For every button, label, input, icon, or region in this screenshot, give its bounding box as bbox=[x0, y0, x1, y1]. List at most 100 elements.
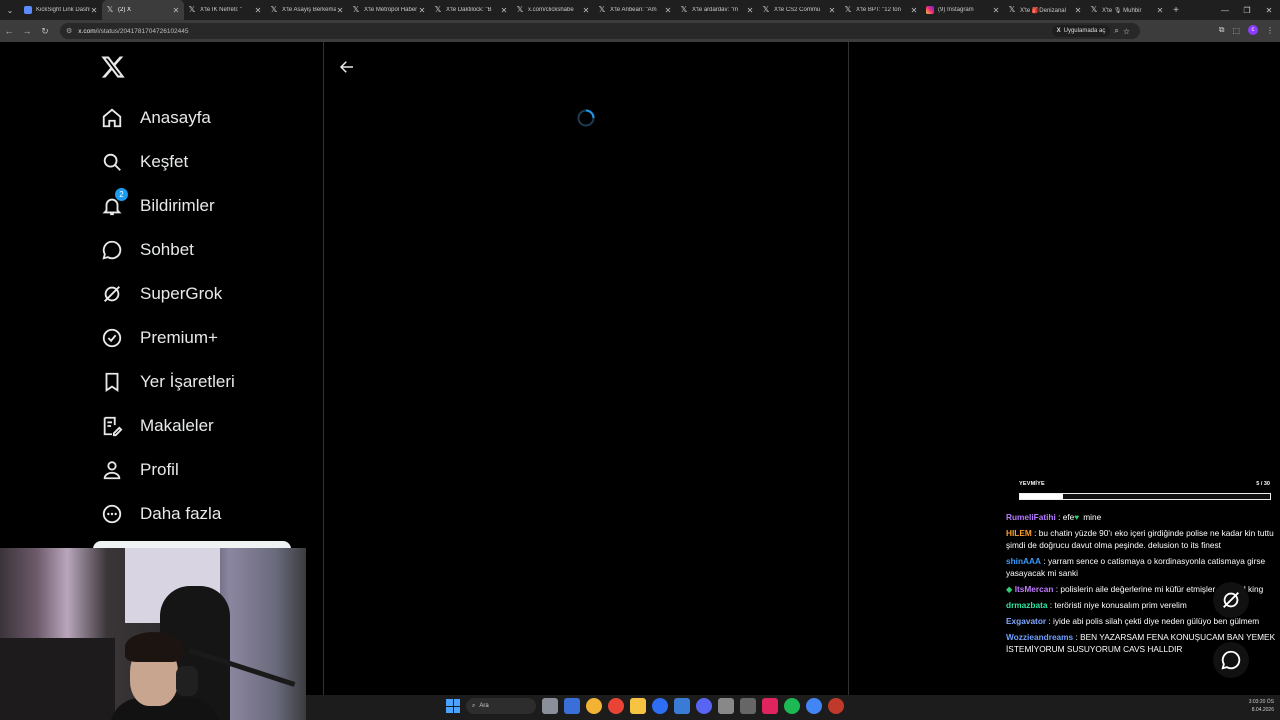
chat-username[interactable]: Wozzieandreams bbox=[1006, 632, 1073, 642]
maximize-button[interactable]: ❐ bbox=[1236, 0, 1258, 20]
person-icon bbox=[100, 458, 124, 482]
chat-username[interactable]: shinAAA bbox=[1006, 556, 1041, 566]
obs-icon[interactable] bbox=[740, 698, 756, 714]
loading-spinner-icon bbox=[577, 109, 595, 127]
zoom-icon[interactable]: ⌕ bbox=[1114, 26, 1118, 36]
system-clock[interactable]: 3:03:20 ÖS 8.04.2026 bbox=[1249, 698, 1274, 714]
tab-close-icon[interactable]: ✕ bbox=[992, 6, 1000, 15]
minimize-button[interactable]: — bbox=[1214, 0, 1236, 20]
nav-item-profile[interactable]: Profil bbox=[100, 450, 310, 490]
chrome-icon[interactable] bbox=[608, 698, 624, 714]
url-path: /i/status/2041781704726102445 bbox=[95, 27, 189, 35]
nav-label: Profil bbox=[140, 460, 179, 479]
windows-start-icon[interactable] bbox=[446, 699, 460, 713]
reload-icon[interactable]: ↻ bbox=[36, 20, 54, 42]
new-tab-button[interactable]: + bbox=[1168, 5, 1184, 16]
x-logo-icon[interactable] bbox=[100, 54, 126, 80]
x-favicon-icon: 𝕏 bbox=[352, 5, 360, 14]
back-nav-icon[interactable]: ← bbox=[0, 20, 18, 42]
site-info-icon[interactable]: ⚙ bbox=[66, 27, 72, 35]
browser-tab[interactable]: 𝕏 X'te Asayiş Berkemal ✕ bbox=[266, 0, 348, 20]
nav-item-more[interactable]: Daha fazla bbox=[100, 494, 310, 534]
nav-label: SuperGrok bbox=[140, 284, 223, 303]
extension-icon[interactable]: ⬚ bbox=[1232, 26, 1240, 35]
messages-float-icon[interactable] bbox=[1213, 642, 1249, 678]
browser-tab[interactable]: 𝕏 X'te ardardav: "m ✕ bbox=[676, 0, 758, 20]
browser-tab[interactable]: 𝕏 X'te 🎒Denizanal ✕ bbox=[1004, 0, 1086, 20]
browser-tab[interactable]: 𝕏x.com/clickshabe ✕ bbox=[512, 0, 594, 20]
tab-close-icon[interactable]: ✕ bbox=[1074, 6, 1082, 15]
tab-close-icon[interactable]: ✕ bbox=[172, 6, 180, 15]
spotify-icon[interactable] bbox=[784, 698, 800, 714]
browser-tab[interactable]: KickSight Link Dashboard✕ bbox=[20, 0, 102, 20]
tab-close-icon[interactable]: ✕ bbox=[582, 6, 590, 15]
nav-label: Yer İşaretleri bbox=[140, 372, 235, 391]
grok-float-icon[interactable] bbox=[1213, 582, 1249, 618]
nav-item-chat[interactable]: Sohbet bbox=[100, 230, 310, 270]
nav-item-home[interactable]: Anasayfa bbox=[100, 98, 310, 138]
tab-close-icon[interactable]: ✕ bbox=[828, 6, 836, 15]
tab-close-icon[interactable]: ✕ bbox=[254, 6, 262, 15]
browser-tab[interactable]: 𝕏 X'te Anbean: "Am ✕ bbox=[594, 0, 676, 20]
tab-close-icon[interactable]: ✕ bbox=[418, 6, 426, 15]
chat-username[interactable]: HILEM bbox=[1006, 528, 1032, 538]
column-divider bbox=[323, 42, 324, 695]
browser-tab[interactable]: 𝕏 X'te CS2 Commu ✕ bbox=[758, 0, 840, 20]
taskbar-search[interactable]: ⌕ Ara bbox=[466, 698, 536, 714]
tab-strip: KickSight Link Dashboard✕𝕏(2) X✕𝕏X'te İK… bbox=[20, 0, 1168, 20]
open-in-app-button[interactable]: X Uygulamada aç bbox=[1051, 25, 1111, 37]
edge-icon[interactable] bbox=[674, 698, 690, 714]
profile-avatar[interactable]: c bbox=[1248, 25, 1258, 35]
nav-item-notifications[interactable]: 2 Bildirimler bbox=[100, 186, 310, 226]
chat-username[interactable]: Exgavator bbox=[1006, 616, 1046, 626]
chat-username[interactable]: ItsMercan bbox=[1015, 584, 1054, 594]
browser-tab[interactable]: 𝕏 X'te Daktilock: "B ✕ bbox=[430, 0, 512, 20]
browser-tab[interactable]: 𝕏 X'te 🎙 Muhbir ✕ bbox=[1086, 0, 1168, 20]
tab-close-icon[interactable]: ✕ bbox=[90, 6, 98, 15]
nav-item-bookmarks[interactable]: Yer İşaretleri bbox=[100, 362, 310, 402]
file-explorer-icon[interactable] bbox=[630, 698, 646, 714]
tab-search-icon[interactable]: ⌄ bbox=[0, 0, 20, 20]
tab-close-icon[interactable]: ✕ bbox=[500, 6, 508, 15]
tab-title: x.com/clickshabe bbox=[528, 7, 574, 13]
tab-close-icon[interactable]: ✕ bbox=[336, 6, 344, 15]
task-view-icon[interactable] bbox=[564, 698, 580, 714]
menu-icon[interactable]: ⋮ bbox=[1266, 26, 1274, 35]
tab-close-icon[interactable]: ✕ bbox=[664, 6, 672, 15]
chat-text: mine bbox=[1083, 512, 1102, 522]
close-window-button[interactable]: ✕ bbox=[1258, 0, 1280, 20]
nav-item-premium[interactable]: Premium+ bbox=[100, 318, 310, 358]
nav-item-explore[interactable]: Keşfet bbox=[100, 142, 310, 182]
browser-tab[interactable]: 𝕏 X'te BPT: "12 ton ✕ bbox=[840, 0, 922, 20]
chat-username[interactable]: RumeliFatihi bbox=[1006, 512, 1056, 522]
extensions-icon[interactable]: ⧉ bbox=[1219, 25, 1225, 35]
browser-tab[interactable]: (9) Instagram ✕ bbox=[922, 0, 1004, 20]
browser-tab[interactable]: 𝕏 (2) X ✕ bbox=[102, 0, 184, 20]
back-arrow-icon[interactable] bbox=[338, 58, 356, 76]
webcam-overlay bbox=[0, 548, 306, 720]
copilot-icon[interactable] bbox=[586, 698, 602, 714]
app-icon[interactable] bbox=[762, 698, 778, 714]
browser-tab[interactable]: 𝕏 X'te İK Nefreti: " ✕ bbox=[184, 0, 266, 20]
steam-icon[interactable] bbox=[718, 698, 734, 714]
clock-time: 3:03:20 ÖS bbox=[1248, 699, 1274, 705]
search-icon bbox=[100, 150, 124, 174]
chrome-profile-icon[interactable] bbox=[806, 698, 822, 714]
chat-separator: : bbox=[1046, 616, 1054, 626]
room-shelf bbox=[0, 638, 115, 720]
ccleaner-icon[interactable] bbox=[652, 698, 668, 714]
chat-username[interactable]: drmazbata bbox=[1006, 600, 1048, 610]
tab-close-icon[interactable]: ✕ bbox=[1156, 6, 1164, 15]
app-icon-2[interactable] bbox=[828, 698, 844, 714]
tab-title: X'te 🎒Denizanal bbox=[1020, 7, 1066, 14]
tab-close-icon[interactable]: ✕ bbox=[746, 6, 754, 15]
nav-item-supergrok[interactable]: SuperGrok bbox=[100, 274, 310, 314]
star-icon[interactable]: ☆ bbox=[1123, 27, 1130, 36]
address-bar[interactable]: ⚙ x.com /i/status/2041781704726102445 bbox=[60, 23, 1140, 39]
discord-icon[interactable] bbox=[696, 698, 712, 714]
nav-item-articles[interactable]: Makaleler bbox=[100, 406, 310, 446]
browser-tab[interactable]: 𝕏 X'te Metropol Haber ✕ bbox=[348, 0, 430, 20]
forward-nav-icon[interactable]: → bbox=[18, 20, 36, 42]
tab-close-icon[interactable]: ✕ bbox=[910, 6, 918, 15]
news-widget-icon[interactable] bbox=[542, 698, 558, 714]
